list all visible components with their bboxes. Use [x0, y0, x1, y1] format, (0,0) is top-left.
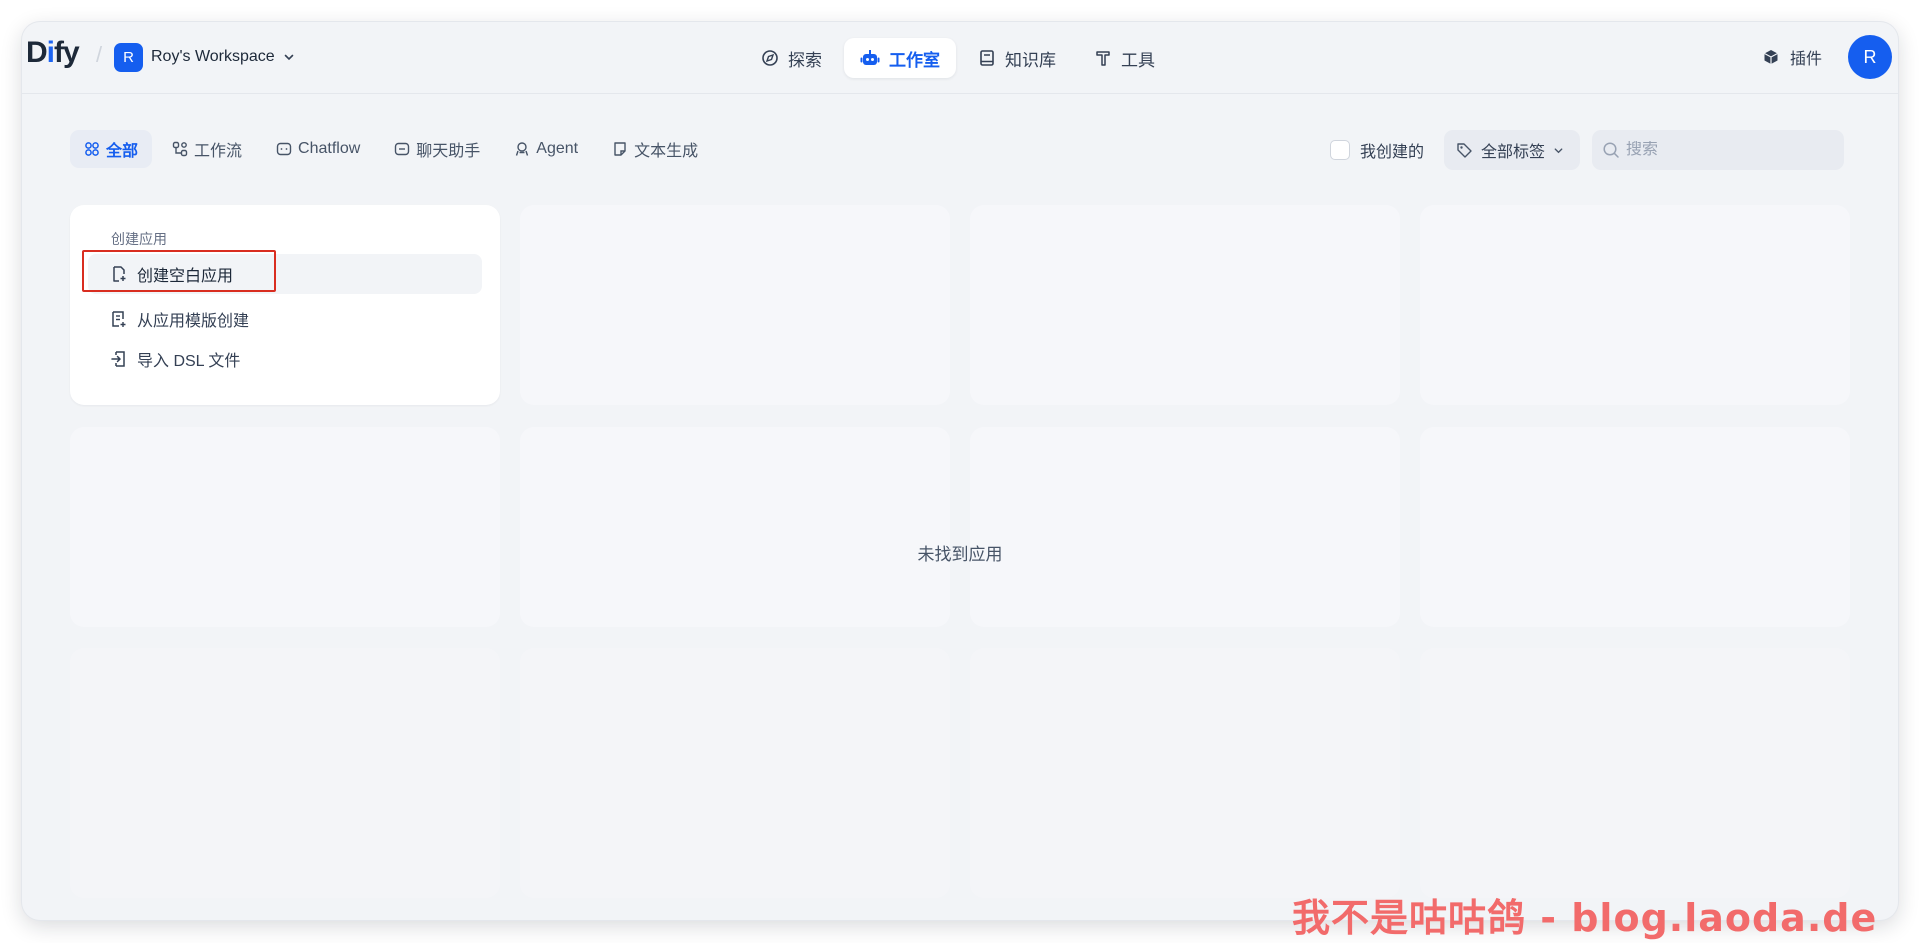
filter-tab-label: 全部 — [106, 143, 139, 160]
app-card-placeholder — [1420, 205, 1850, 405]
chevron-down-icon — [284, 54, 293, 61]
filter-tab-chatbot[interactable]: 聊天助手 — [380, 130, 494, 168]
app-card-placeholder — [1420, 648, 1850, 898]
nav-tools-label: 工具 — [1121, 50, 1155, 70]
filter-tab-workflow[interactable]: 工作流 — [158, 130, 256, 168]
cube-icon — [1764, 50, 1778, 64]
created-by-me-label[interactable]: 我创建的 — [1360, 138, 1424, 162]
app-card-placeholder — [520, 427, 950, 627]
nav-tools[interactable]: 工具 — [1078, 38, 1171, 78]
create-from-template-label: 从应用模版创建 — [137, 313, 250, 330]
app-card-placeholder — [970, 648, 1400, 898]
create-blank-app-label: 创建空白应用 — [137, 268, 234, 285]
nav-studio[interactable]: 工作室 — [844, 38, 956, 78]
list-toolbar: 我创建的 全部标签 — [1330, 130, 1845, 170]
dify-logo[interactable]: Dify — [26, 36, 80, 70]
app-card-placeholder — [970, 427, 1400, 627]
watermark-text: 我不是咕咕鸽 - blog.laoda.de — [1292, 896, 1878, 940]
filter-tab-all[interactable]: 全部 — [70, 130, 153, 168]
created-by-me-checkbox[interactable] — [1330, 140, 1350, 160]
app-card-placeholder — [70, 648, 500, 898]
create-app-card: 创建应用 创建空白应用 从应用模版创建 导入 DSL 文件 — [70, 205, 500, 405]
plugins-button[interactable]: 插件 — [1762, 42, 1822, 72]
filter-tab-completion[interactable]: 文本生成 — [598, 130, 712, 168]
user-avatar[interactable]: R — [1848, 35, 1892, 79]
import-dsl-button[interactable]: 导入 DSL 文件 — [88, 339, 482, 379]
top-bar: Dify / R Roy's Workspace 探索 工作室 知识库 工具 插… — [22, 22, 1898, 94]
filter-tab-label: 文本生成 — [634, 143, 699, 160]
agent-icon — [516, 142, 529, 156]
header-divider — [22, 93, 1898, 94]
tag-filter-label: 全部标签 — [1481, 144, 1546, 161]
chat-bot-icon — [395, 142, 410, 156]
plugins-label: 插件 — [1790, 51, 1823, 68]
workflow-icon — [172, 141, 188, 157]
document-icon — [614, 142, 626, 156]
filter-tab-label: 聊天助手 — [416, 143, 481, 160]
create-blank-app-button[interactable]: 创建空白应用 — [88, 254, 482, 294]
new-file-icon — [113, 266, 126, 282]
app-card-placeholder — [970, 205, 1400, 405]
app-window: Dify / R Roy's Workspace 探索 工作室 知识库 工具 插… — [22, 22, 1898, 920]
filter-tab-label: 工作流 — [194, 143, 243, 160]
compass-icon — [762, 50, 778, 66]
nav-explore[interactable]: 探索 — [745, 38, 838, 78]
template-icon — [112, 311, 126, 327]
app-card-placeholder — [1420, 427, 1850, 627]
search-icon — [1603, 142, 1619, 158]
search-box — [1592, 130, 1845, 170]
chevron-down-icon — [1554, 147, 1563, 153]
app-card-placeholder — [520, 648, 950, 898]
breadcrumb-separator: / — [96, 42, 103, 67]
app-type-filter: 全部 工作流 Chatflow 聊天助手 Agent 文本生成 — [70, 130, 712, 168]
main-nav: 探索 工作室 知识库 工具 — [745, 37, 1171, 79]
filter-tab-agent[interactable]: Agent — [500, 130, 592, 168]
workspace-avatar: R — [114, 42, 143, 72]
nav-knowledge[interactable]: 知识库 — [962, 38, 1072, 78]
app-card-placeholder — [70, 427, 500, 627]
search-input[interactable] — [1626, 141, 1827, 159]
filter-tab-label: Agent — [536, 140, 579, 157]
import-dsl-label: 导入 DSL 文件 — [137, 353, 241, 370]
nav-explore-label: 探索 — [788, 50, 822, 70]
tag-icon — [1457, 142, 1472, 158]
book-icon — [980, 50, 994, 66]
workspace-name: Roy's Workspace — [151, 48, 275, 65]
nav-knowledge-label: 知识库 — [1005, 50, 1056, 70]
chat-bubble-icon — [276, 142, 292, 156]
grid-icon — [85, 142, 99, 156]
empty-state-message: 未找到应用 — [917, 545, 1003, 564]
tag-filter-dropdown[interactable]: 全部标签 — [1444, 130, 1581, 170]
workspace-switcher[interactable]: R Roy's Workspace — [114, 42, 295, 72]
app-card-placeholder — [520, 205, 950, 405]
filter-tab-chatflow[interactable]: Chatflow — [262, 130, 374, 168]
filter-tab-label: Chatflow — [298, 140, 361, 157]
import-icon — [111, 351, 125, 367]
create-app-title: 创建应用 — [111, 231, 167, 247]
hammer-icon — [1096, 51, 1110, 66]
created-by-me-filter: 我创建的 — [1330, 138, 1424, 162]
nav-studio-label: 工作室 — [889, 50, 940, 70]
create-from-template-button[interactable]: 从应用模版创建 — [88, 299, 482, 339]
robot-icon — [860, 50, 880, 65]
